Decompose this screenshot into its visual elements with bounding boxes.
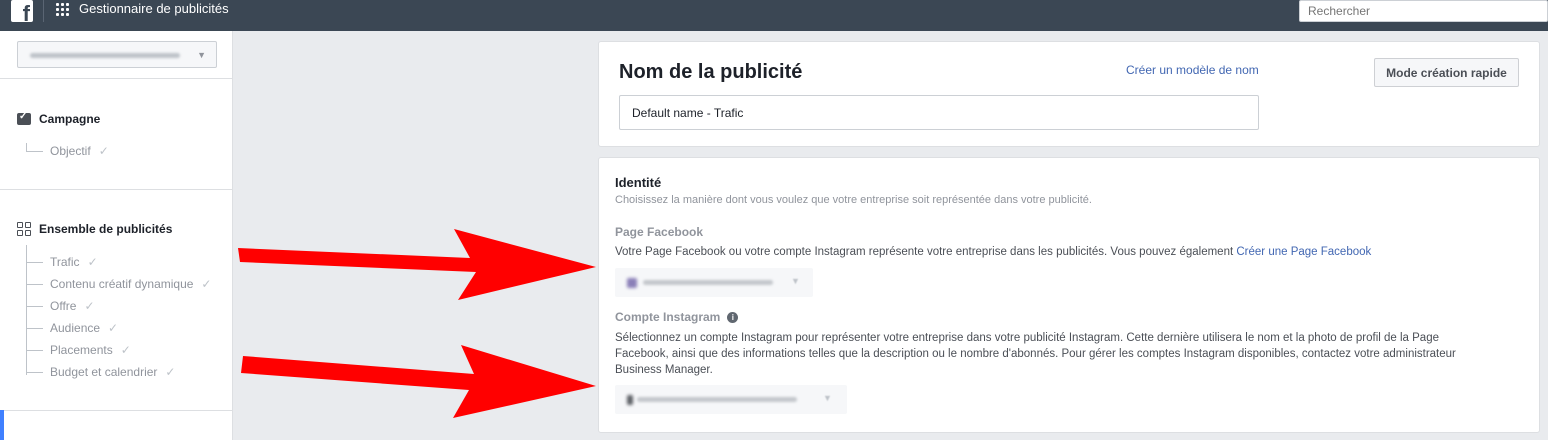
red-arrow-bottom <box>241 345 596 418</box>
annotation-arrows <box>238 229 596 418</box>
red-arrow-top <box>238 229 596 300</box>
